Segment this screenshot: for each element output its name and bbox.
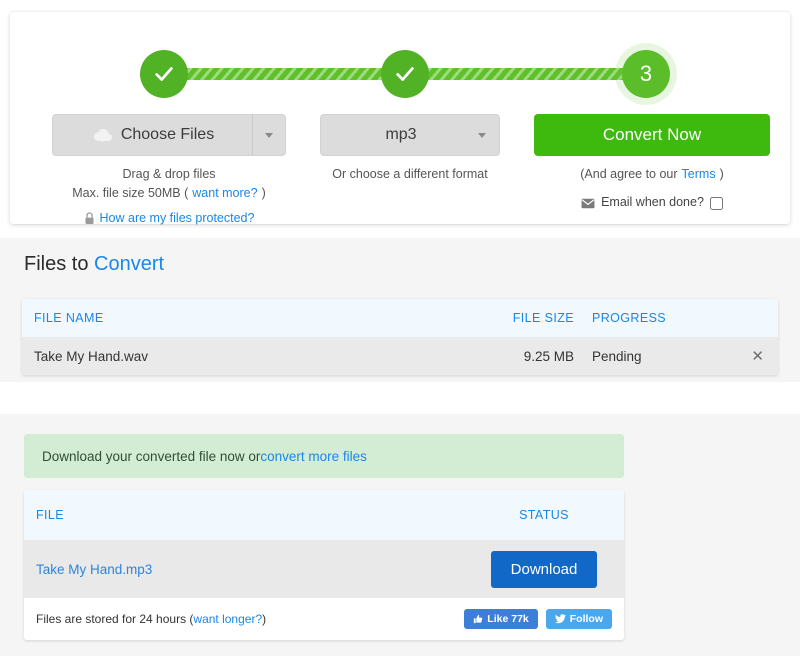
email-when-done-label: Email when done? (601, 195, 704, 210)
storage-notice-prefix: Files are stored for 24 hours ( (36, 612, 194, 626)
choose-files-dropdown-toggle[interactable] (252, 115, 285, 155)
convert-now-button[interactable]: Convert Now (534, 114, 770, 156)
twitter-follow-button[interactable]: Follow (545, 609, 612, 629)
remove-file-cell: ✕ (742, 347, 778, 365)
download-row: Take My Hand.mp3 Download (24, 540, 624, 598)
storage-notice: Files are stored for 24 hours (want long… (36, 612, 464, 626)
download-table-header: FILE STATUS (24, 490, 624, 540)
column-header-status: STATUS (519, 508, 569, 522)
close-icon[interactable]: ✕ (751, 348, 764, 365)
social-buttons: Like 77k Follow (464, 609, 612, 629)
email-when-done-checkbox[interactable] (709, 196, 723, 210)
stepper-connector-2 (412, 68, 652, 80)
terms-suffix: ) (719, 167, 724, 181)
want-longer-link[interactable]: want longer? (193, 612, 262, 626)
thumbs-up-icon (474, 614, 483, 624)
action-column: Convert Now (And agree to our Terms) Ema… (534, 114, 770, 213)
drag-drop-hint: Drag & drop files (122, 167, 216, 181)
convert-table-panel: FILE NAME FILE SIZE PROGRESS Take My Han… (22, 299, 778, 375)
stepper-step-3-number: 3 (639, 61, 653, 86)
download-panel-footer: Files are stored for 24 hours (want long… (24, 598, 624, 640)
terms-link[interactable]: Terms (682, 165, 716, 184)
chevron-down-icon (478, 132, 486, 138)
choose-files-button[interactable]: Choose Files (52, 114, 286, 156)
format-column: mp3 Or choose a different format (320, 114, 500, 184)
stepper-step-1[interactable] (140, 50, 188, 98)
converted-file-link[interactable]: Take My Hand.mp3 (36, 562, 464, 577)
choose-files-hints: Drag & drop files Max. file size 50MB (w… (52, 165, 286, 228)
files-protected-row: How are my files protected? (52, 209, 286, 228)
download-table-panel: FILE STATUS Take My Hand.mp3 Download Fi… (24, 490, 624, 640)
convert-more-files-link[interactable]: convert more files (260, 449, 367, 464)
column-header-file-size: FILE SIZE (512, 311, 574, 325)
column-header-file-name: FILE NAME (34, 311, 104, 325)
file-size-cell: 9.25 MB (523, 348, 574, 364)
files-to-convert-title: Files to Convert (24, 253, 164, 276)
column-header-file: FILE (36, 508, 64, 522)
stepper-step-2[interactable] (381, 50, 429, 98)
chevron-down-icon (265, 132, 273, 138)
storage-notice-suffix: ) (262, 612, 267, 626)
stepper-connector-1 (166, 68, 402, 80)
choose-files-label: Choose Files (120, 126, 215, 143)
progress-stepper: 3 (140, 50, 670, 98)
download-notice: Download your converted file now or conv… (24, 434, 624, 478)
files-to-convert-title-plain: Files to (24, 253, 95, 275)
control-row: Choose Files Drag & drop files Max. file… (10, 114, 790, 225)
gap-background-band (0, 382, 800, 414)
download-button[interactable]: Download (490, 550, 598, 588)
cloud-upload-icon (93, 128, 112, 143)
max-size-prefix: Max. file size 50MB ( (72, 186, 189, 201)
files-to-convert-title-accent: Convert (94, 253, 165, 275)
column-header-progress: PROGRESS (592, 311, 667, 325)
facebook-like-button[interactable]: Like 77k (464, 609, 538, 629)
email-when-done-row: Email when done? (534, 193, 770, 212)
max-size-suffix: ) (261, 186, 266, 201)
file-name-cell: Take My Hand.wav (34, 348, 149, 364)
checkmark-icon (155, 67, 173, 81)
checkmark-icon (396, 67, 414, 81)
download-notice-text: Download your converted file now or (42, 448, 261, 464)
twitter-bird-icon (554, 614, 566, 624)
convert-table-header: FILE NAME FILE SIZE PROGRESS (22, 299, 778, 337)
table-row: Take My Hand.wav 9.25 MB Pending ✕ (22, 337, 778, 375)
format-hint: Or choose a different format (332, 167, 488, 181)
lock-icon (84, 212, 94, 224)
choose-files-column: Choose Files Drag & drop files Max. file… (52, 114, 286, 228)
terms-prefix: (And agree to our (580, 167, 678, 181)
format-select[interactable]: mp3 (320, 114, 500, 156)
want-more-link[interactable]: want more? (192, 184, 257, 203)
action-hints: (And agree to our Terms) Email when done… (534, 165, 770, 213)
facebook-like-label: Like 77k (487, 613, 529, 625)
envelope-icon (581, 198, 595, 208)
format-dropdown-toggle[interactable] (465, 132, 499, 138)
converter-card: 3 Choose Files Drag & drop files Max. fi… (10, 12, 790, 225)
download-action-cell: Download (464, 550, 624, 588)
terms-row: (And agree to our Terms) (534, 165, 770, 184)
stepper-step-3[interactable]: 3 (622, 50, 670, 98)
max-size-hint: Max. file size 50MB (want more?) (52, 184, 286, 203)
file-progress-cell: Pending (592, 348, 642, 364)
files-protected-link[interactable]: How are my files protected? (100, 209, 255, 228)
twitter-follow-label: Follow (569, 613, 603, 625)
format-value: mp3 (385, 126, 417, 143)
choose-files-main[interactable]: Choose Files (53, 115, 252, 155)
